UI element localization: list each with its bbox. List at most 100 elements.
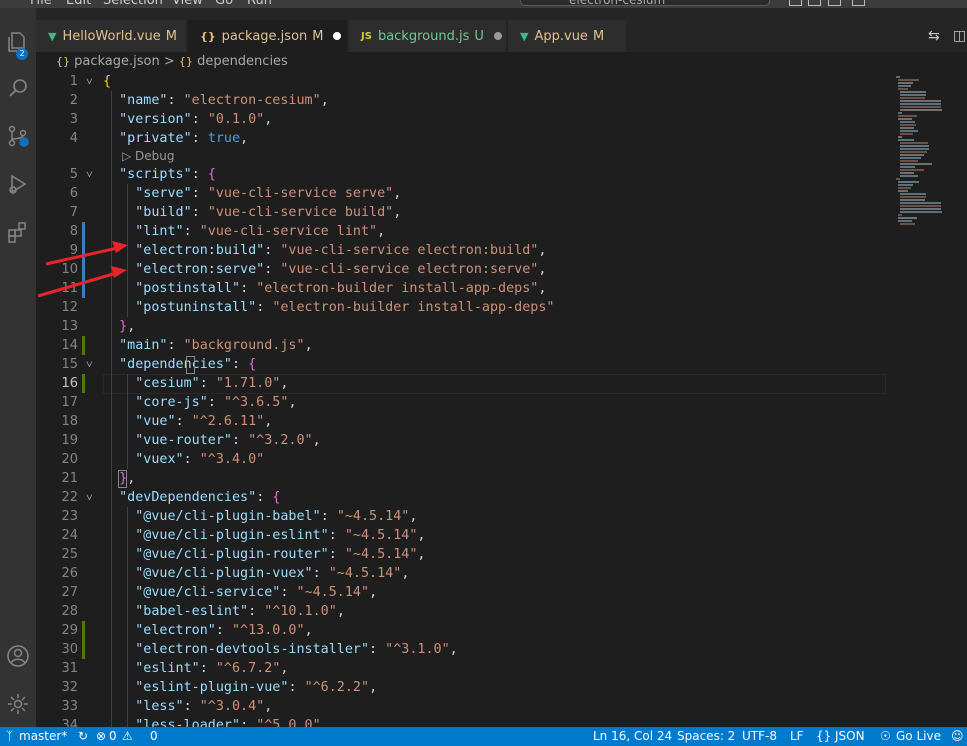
- menu-view[interactable]: View: [172, 0, 203, 8]
- fold-chevron-icon[interactable]: ˅: [86, 72, 93, 91]
- layout-secondary-icon[interactable]: [828, 0, 841, 6]
- search-icon[interactable]: [0, 70, 36, 106]
- gutter-change-marker[interactable]: [82, 241, 85, 260]
- warning-count[interactable]: 0: [150, 727, 158, 746]
- code-line[interactable]: 20 "vuex": "^3.4.0": [36, 450, 886, 469]
- language-mode[interactable]: JSON: [835, 727, 865, 746]
- code-line[interactable]: 9 "electron:build": "vue-cli-service ele…: [36, 241, 886, 260]
- minimap-line: [900, 163, 932, 165]
- code-line[interactable]: 7 "build": "vue-cli-service build",: [36, 203, 886, 222]
- layout-panel-icon[interactable]: [808, 0, 821, 6]
- code-line[interactable]: 16 "cesium": "1.71.0",: [36, 374, 886, 393]
- code-line[interactable]: 28 "babel-eslint": "^10.1.0",: [36, 602, 886, 621]
- code-line[interactable]: 10 "electron:serve": "vue-cli-service el…: [36, 260, 886, 279]
- unsaved-dot-icon[interactable]: [493, 32, 502, 40]
- minimap-line: [900, 172, 914, 174]
- code-line[interactable]: 22 ˅ "devDependencies": {: [36, 488, 886, 507]
- tab-package-json[interactable]: {} package.json M: [188, 20, 348, 52]
- gutter-change-marker[interactable]: [82, 621, 85, 640]
- gutter-change-marker[interactable]: [82, 222, 85, 241]
- code-line[interactable]: 11 "postinstall": "electron-builder inst…: [36, 279, 886, 298]
- menu-run[interactable]: Run: [247, 0, 272, 8]
- code-line[interactable]: 23 "@vue/cli-plugin-babel": "~4.5.14",: [36, 507, 886, 526]
- tab-helloworld-vue[interactable]: ▼ HelloWorld.vue M: [36, 20, 187, 52]
- code-line[interactable]: 4 "private": true,: [36, 129, 886, 148]
- minimap-line: [900, 100, 941, 102]
- code-line[interactable]: 29 "electron": "^13.0.0",: [36, 621, 886, 640]
- menu-edit[interactable]: Edit: [66, 0, 91, 8]
- breadcrumb-file[interactable]: package.json: [74, 54, 160, 69]
- error-count[interactable]: 0: [109, 727, 117, 746]
- line-number: 5: [69, 167, 78, 182]
- code-line[interactable]: 15 ˅ "dependencies": {: [36, 355, 886, 374]
- go-live-button[interactable]: Go Live: [896, 727, 941, 746]
- gutter-change-marker[interactable]: [82, 336, 85, 355]
- code-line[interactable]: 12 "postuninstall": "electron-builder in…: [36, 298, 886, 317]
- code-line[interactable]: 3 "version": "0.1.0",: [36, 110, 886, 129]
- code-editor[interactable]: 1 ˅{2 "name": "electron-cesium", 3 "versio…: [36, 72, 886, 727]
- customize-layout-icon[interactable]: [852, 0, 865, 6]
- code-text: "less-loader": "^5.0.0": [135, 718, 321, 727]
- code-line[interactable]: 13 },: [36, 317, 886, 336]
- fold-chevron-icon[interactable]: ˅: [86, 355, 93, 374]
- compare-changes-icon[interactable]: ⇆: [928, 28, 940, 44]
- code-line[interactable]: 30 "electron-devtools-installer": "^3.1.…: [36, 640, 886, 659]
- breadcrumb-symbol[interactable]: dependencies: [197, 54, 288, 69]
- code-line[interactable]: 19 "vue-router": "^3.2.0",: [36, 431, 886, 450]
- fold-chevron-icon[interactable]: ˅: [86, 488, 93, 507]
- gutter-change-marker[interactable]: [82, 279, 85, 298]
- cursor-position[interactable]: Ln 16, Col 24: [593, 727, 672, 746]
- sync-icon[interactable]: ↻: [78, 727, 88, 746]
- indentation[interactable]: Spaces: 2: [677, 727, 735, 746]
- code-line[interactable]: 25 "@vue/cli-plugin-router": "~4.5.14",: [36, 545, 886, 564]
- code-line[interactable]: 5 ˅ "scripts": {: [36, 165, 886, 184]
- code-line[interactable]: 33 "less": "^3.0.4",: [36, 697, 886, 716]
- line-number: 29: [61, 623, 78, 638]
- feedback-icon[interactable]: ☺: [951, 727, 964, 746]
- split-editor-icon[interactable]: ◫: [953, 28, 966, 44]
- code-line[interactable]: 17 "core-js": "^3.6.5",: [36, 393, 886, 412]
- indent-guide: [127, 507, 128, 727]
- minimap-line: [900, 223, 916, 225]
- manage-gear-icon[interactable]: [0, 686, 36, 722]
- unsaved-dot-icon[interactable]: [333, 32, 342, 40]
- fold-chevron-icon[interactable]: ˅: [86, 165, 93, 184]
- tab-app-vue[interactable]: ▼ App.vue M: [508, 20, 627, 52]
- menu-file[interactable]: File: [30, 0, 52, 8]
- accounts-icon[interactable]: [0, 638, 36, 674]
- object-icon: {}: [178, 55, 193, 68]
- line-number: 25: [61, 547, 78, 562]
- code-line[interactable]: 1 ˅ {: [36, 72, 886, 91]
- minimap[interactable]: [886, 72, 967, 727]
- encoding[interactable]: UTF-8: [742, 727, 777, 746]
- extensions-icon[interactable]: [0, 214, 36, 250]
- code-text: "main": "background.js",: [119, 338, 313, 353]
- branch-name[interactable]: master*: [19, 727, 67, 746]
- code-line[interactable]: 21 },: [36, 469, 886, 488]
- debug-codelens[interactable]: ▷ Debug: [122, 148, 175, 165]
- code-line[interactable]: 31 "eslint": "^6.7.2",: [36, 659, 886, 678]
- code-line[interactable]: 2 "name": "electron-cesium",: [36, 91, 886, 110]
- menu-go[interactable]: Go: [215, 0, 233, 8]
- tab-background-js[interactable]: JS background.js U: [349, 20, 507, 52]
- code-line[interactable]: 14 "main": "background.js",: [36, 336, 886, 355]
- code-line[interactable]: 18 "vue": "^2.6.11",: [36, 412, 886, 431]
- gutter-change-marker[interactable]: [82, 640, 85, 659]
- code-line[interactable]: 26 "@vue/cli-plugin-vuex": "~4.5.14",: [36, 564, 886, 583]
- code-line[interactable]: 27 "@vue/cli-service": "~4.5.14",: [36, 583, 886, 602]
- layout-sidebar-icon[interactable]: [789, 0, 802, 6]
- command-center[interactable]: electron-cesium: [520, 0, 770, 7]
- code-line[interactable]: 6 "serve": "vue-cli-service serve",: [36, 184, 886, 203]
- code-line[interactable]: 34 "less-loader": "^5.0.0": [36, 716, 886, 727]
- gutter-change-marker[interactable]: [82, 374, 85, 393]
- line-ending[interactable]: LF: [790, 727, 804, 746]
- minimap-line: [898, 82, 914, 84]
- gutter-change-marker[interactable]: [82, 260, 85, 279]
- code-line[interactable]: 8 "lint": "vue-cli-service lint",: [36, 222, 886, 241]
- source-control-icon[interactable]: [0, 118, 36, 154]
- code-line[interactable]: 32 "eslint-plugin-vue": "^6.2.2",: [36, 678, 886, 697]
- code-line[interactable]: 24 "@vue/cli-plugin-eslint": "~4.5.14",: [36, 526, 886, 545]
- run-debug-icon[interactable]: [0, 166, 36, 202]
- line-number: 27: [61, 585, 78, 600]
- menu-selection[interactable]: Selection: [103, 0, 163, 8]
